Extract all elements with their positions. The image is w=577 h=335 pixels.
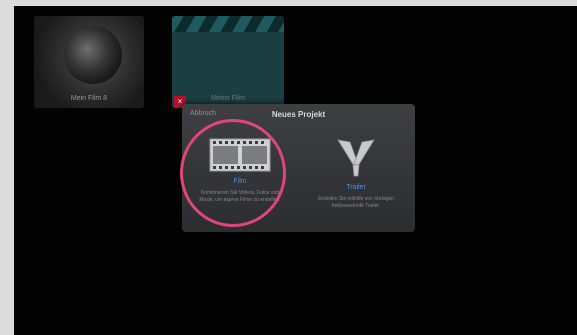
- trailer-searchlights-icon: [337, 139, 375, 177]
- dialog-title: Neues Projekt: [271, 110, 326, 119]
- camera-lens-image: [64, 26, 122, 84]
- film-option-label: Film: [233, 178, 247, 185]
- trailer-option[interactable]: Trailer Erstellen Sie mithilfe von Vorla…: [306, 130, 406, 228]
- project-thumbnail[interactable]: Mein Film 8: [34, 16, 144, 108]
- project-title: Meins Film: [211, 95, 245, 102]
- film-option-description: Kombinieren Sie Videos, Fotos und Musik,…: [199, 190, 281, 203]
- clapperboard-image: [172, 16, 284, 32]
- film-strip-icon: [209, 138, 271, 172]
- trailer-option-description: Erstellen Sie mithilfe von Vorlagen holl…: [318, 196, 394, 209]
- app-screen: Mein Film 8 Meins Film × Abbruch Neues P…: [14, 6, 577, 335]
- film-option[interactable]: Film Kombinieren Sie Videos, Fotos und M…: [190, 130, 290, 228]
- trailer-option-label: Trailer: [346, 184, 366, 191]
- project-thumbnail[interactable]: Meins Film: [172, 16, 284, 108]
- dialog-header: Abbruch Neues Projekt: [182, 104, 415, 126]
- new-project-dialog: Abbruch Neues Projekt Film Kombinieren S…: [182, 104, 415, 232]
- project-title: Mein Film 8: [70, 95, 108, 102]
